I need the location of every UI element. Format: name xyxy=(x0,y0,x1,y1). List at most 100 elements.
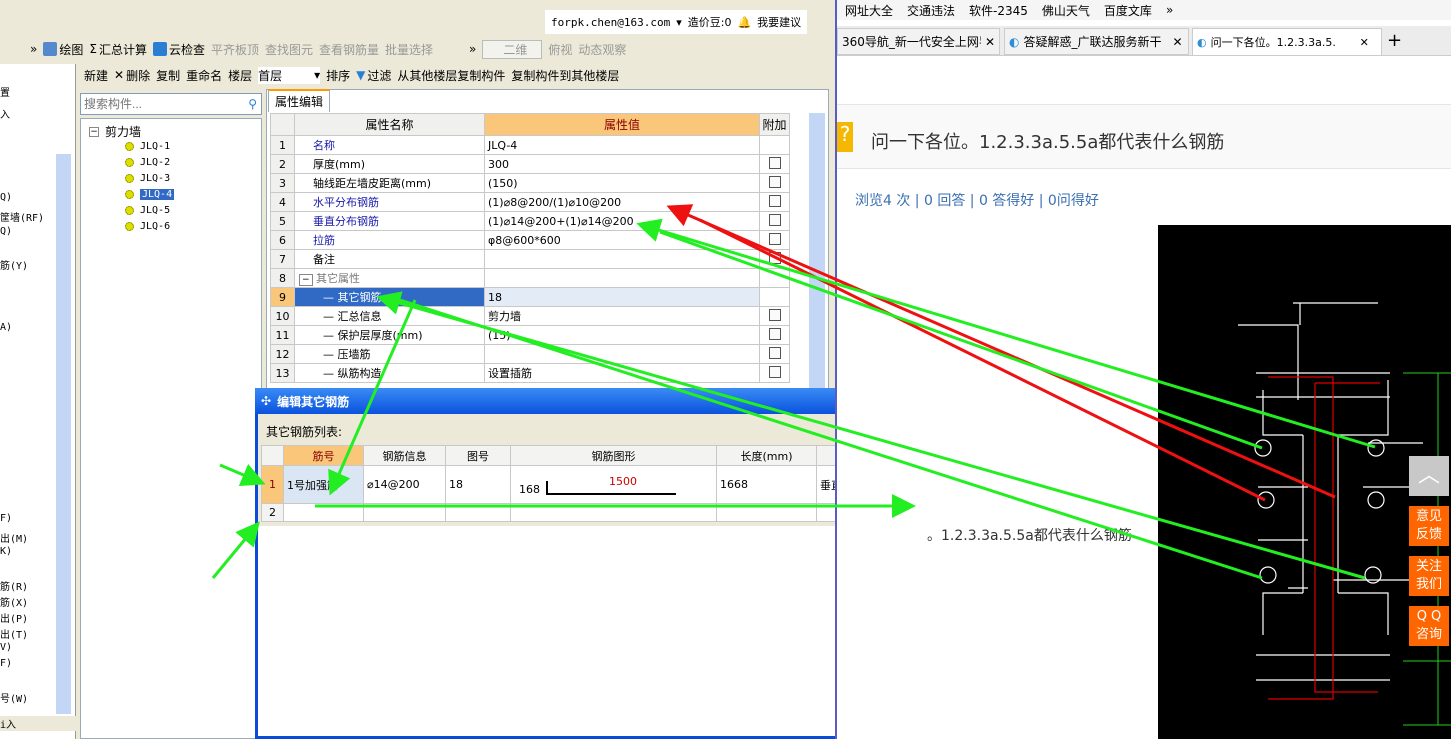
attach-checkbox[interactable] xyxy=(768,327,781,340)
question-stats: 浏览4 次 | 0 回答 | 0 答得好 | 0问得好 xyxy=(855,193,1099,209)
attach-checkbox[interactable] xyxy=(768,194,781,207)
copy-button[interactable]: 复制 xyxy=(156,67,180,84)
property-grid: 属性名称 属性值 附加 1 名称 JLQ-4 2 厚度(mm) 300 3 轴线距左墙… xyxy=(270,113,810,393)
bookmark[interactable]: 交通违法 xyxy=(907,2,955,19)
property-row[interactable]: 11 — 保护层厚度(mm) (15) xyxy=(270,325,790,345)
delete-button[interactable]: ✕ 删除 xyxy=(114,67,150,84)
bookmark[interactable]: 软件-2345 xyxy=(969,2,1028,19)
component-type-item[interactable]: Q) xyxy=(0,192,12,203)
component-tree: − 剪力墙 JLQ-1 JLQ-2 JLQ-3 JLQ-4 JLQ-5 JLQ-6 xyxy=(80,118,262,739)
component-icon xyxy=(125,174,134,183)
component-type-item[interactable]: 出(T) xyxy=(0,626,28,641)
component-type-item[interactable]: F) xyxy=(0,658,12,669)
copy-from-floor-button[interactable]: 从其他楼层复制构件 xyxy=(397,67,505,84)
property-row[interactable]: 10 — 汇总信息 剪力墙 xyxy=(270,306,790,326)
bookmark[interactable]: 网址大全 xyxy=(845,2,893,19)
property-row[interactable]: 5 垂直分布钢筋 (1)⌀14@200+(1)⌀14@200 xyxy=(270,211,790,231)
component-type-item[interactable]: 号(W) xyxy=(0,690,28,705)
list-label: 其它钢筋列表: xyxy=(266,425,343,439)
tree-item[interactable]: JLQ-5 xyxy=(125,205,170,216)
search-icon[interactable]: ⚲ xyxy=(244,97,261,111)
new-tab-button[interactable]: + xyxy=(1387,30,1402,51)
bookmark[interactable]: 佛山天气 xyxy=(1042,2,1090,19)
question-icon: ? xyxy=(837,122,853,152)
component-type-item[interactable]: 筋(R) xyxy=(0,578,28,593)
feedback-button[interactable]: 意见 反馈 xyxy=(1409,506,1449,546)
table-row[interactable]: 1 1号加强筋 ⌀14@20018 1681500 1668垂直加强筋 xyxy=(261,465,919,504)
tab-property-edit[interactable]: 属性编辑 xyxy=(268,89,331,112)
attach-checkbox[interactable] xyxy=(768,156,781,169)
component-type-item[interactable]: A) xyxy=(0,322,12,333)
tree-item[interactable]: JLQ-3 xyxy=(125,173,170,184)
property-row[interactable]: 4 水平分布钢筋 (1)⌀8@200/(1)⌀10@200 xyxy=(270,192,790,212)
bell-icon[interactable]: 🔔 xyxy=(737,16,751,29)
component-type-item[interactable]: F) xyxy=(0,513,12,524)
search-input[interactable] xyxy=(81,97,245,111)
tree-root[interactable]: − 剪力墙 xyxy=(89,123,141,140)
sum-button[interactable]: Σ 汇总计算 xyxy=(89,41,147,58)
attach-checkbox[interactable] xyxy=(768,251,781,264)
new-button[interactable]: 新建 xyxy=(84,67,108,84)
property-scrollbar[interactable] xyxy=(809,113,825,389)
suggest-link[interactable]: 我要建议 xyxy=(757,14,801,30)
scrollbar[interactable] xyxy=(56,154,71,714)
property-row[interactable]: 1 名称 JLQ-4 xyxy=(270,135,790,155)
attach-checkbox[interactable] xyxy=(768,365,781,378)
dynamic-view-button[interactable]: 动态观察 xyxy=(578,41,626,58)
floor-select[interactable]: 首层 ▾ xyxy=(258,66,321,84)
property-row[interactable]: 6 拉筋 φ8@600*600 xyxy=(270,230,790,250)
rebar-detail-drawing xyxy=(1158,225,1451,739)
property-row[interactable]: 2 厚度(mm) 300 xyxy=(270,154,790,174)
tab-360[interactable]: 360导航_新一代安全上网导 ✕ xyxy=(837,28,1000,55)
back-to-top-button[interactable]: ︿ xyxy=(1409,456,1449,496)
tab-glodon[interactable]: ◐ 答疑解惑_广联达服务新干 ✕ xyxy=(1004,28,1189,55)
view-rebar-button[interactable]: 查看钢筋量 xyxy=(319,41,379,58)
qq-consult-button[interactable]: Q Q 咨询 xyxy=(1409,606,1449,646)
account-email[interactable]: forpk.chen@163.com xyxy=(551,16,670,29)
tree-item[interactable]: JLQ-1 xyxy=(125,141,170,152)
view-2d-select[interactable]: 二维 xyxy=(482,39,543,59)
find-button[interactable]: 查找图元 xyxy=(265,41,313,58)
attach-checkbox[interactable] xyxy=(768,232,781,245)
component-type-item[interactable]: 出(M) xyxy=(0,530,28,545)
top-view-button[interactable]: 俯视 xyxy=(548,41,572,58)
floor-label: 楼层 xyxy=(228,68,253,83)
follow-button[interactable]: 关注 我们 xyxy=(1409,556,1449,596)
component-type-item[interactable]: 筋(Y) xyxy=(0,257,28,272)
tab-question[interactable]: ◐ 问一下各位。1.2.3.3a.5. ✕ xyxy=(1192,28,1382,55)
bookmark[interactable]: 百度文库 xyxy=(1104,2,1152,19)
property-row[interactable]: 9 — 其它钢筋 18 xyxy=(270,287,790,307)
copy-to-floor-button[interactable]: 复制构件到其他楼层 xyxy=(511,67,619,84)
filter-button[interactable]: ▼ 过滤 xyxy=(356,67,391,84)
property-row[interactable]: 3 轴线距左墙皮距离(mm) (150) xyxy=(270,173,790,193)
component-type-item[interactable]: 筐墙(RF) xyxy=(0,209,44,224)
toolbar-main: » 绘图 Σ 汇总计算 云检查 平齐板顶 查找图元 查看钢筋量 批量选择 » 二… xyxy=(30,39,626,59)
tree-item[interactable]: JLQ-6 xyxy=(125,221,170,232)
answer-caption: 。1.2.3.3a.5.5a都代表什么钢筋 xyxy=(927,528,1132,544)
sort-button[interactable]: 排序 xyxy=(326,67,350,84)
property-row[interactable]: 8 − 其它属性 xyxy=(270,268,790,288)
account-bar: forpk.chen@163.com ▾ 造价豆:0 🔔 我要建议 xyxy=(545,10,808,34)
cloud-check-button[interactable]: 云检查 xyxy=(152,41,205,58)
component-type-item[interactable]: 出(P) xyxy=(0,610,28,625)
attach-checkbox[interactable] xyxy=(768,308,781,321)
draw-button[interactable]: 绘图 xyxy=(43,41,83,58)
component-type-item[interactable]: K) xyxy=(0,546,12,557)
component-type-item[interactable]: Q) xyxy=(0,226,12,237)
align-top-button[interactable]: 平齐板顶 xyxy=(211,41,259,58)
tree-item[interactable]: JLQ-2 xyxy=(125,157,170,168)
dialog-title: 编辑其它钢筋 xyxy=(277,394,350,409)
attach-checkbox[interactable] xyxy=(768,213,781,226)
component-type-item[interactable]: 筋(X) xyxy=(0,594,28,609)
tree-item[interactable]: JLQ-4 xyxy=(125,189,175,200)
attach-checkbox[interactable] xyxy=(768,175,781,188)
batch-select-button[interactable]: 批量选择 xyxy=(385,41,433,58)
component-icon xyxy=(125,190,134,199)
property-row[interactable]: 12 — 压墙筋 xyxy=(270,344,790,364)
property-row[interactable]: 7 备注 xyxy=(270,249,790,269)
property-row[interactable]: 13 — 纵筋构造 设置插筋 xyxy=(270,363,790,383)
rename-button[interactable]: 重命名 xyxy=(186,67,222,84)
table-row[interactable]: 2 xyxy=(261,503,919,522)
component-type-item[interactable]: V) xyxy=(0,642,12,653)
attach-checkbox[interactable] xyxy=(768,346,781,359)
